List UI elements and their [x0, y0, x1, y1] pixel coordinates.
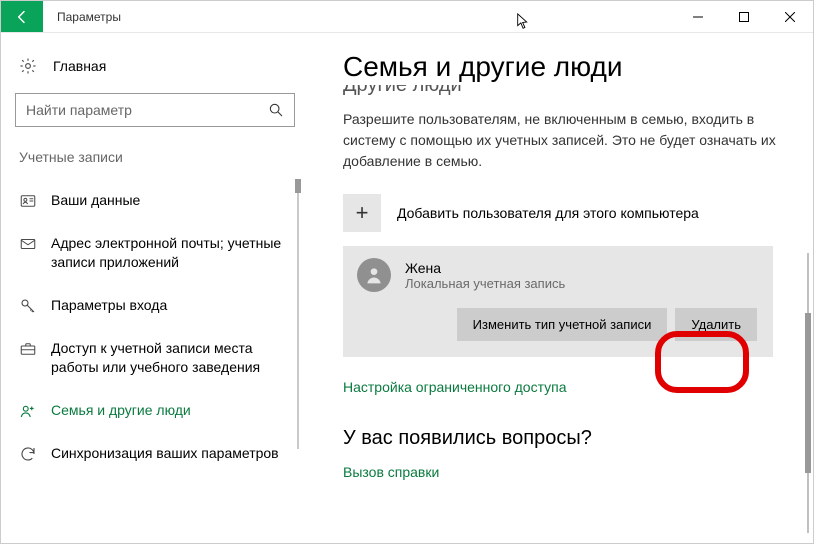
delete-button[interactable]: Удалить	[675, 308, 757, 341]
sidebar: Главная Найти параметр Учетные записи Ва…	[1, 33, 309, 543]
main-panel: Семья и другие люди Другие люди Разрешит…	[309, 33, 813, 543]
sidebar-item-sync[interactable]: Синхронизация ваших параметров	[15, 432, 295, 475]
search-placeholder: Найти параметр	[26, 102, 268, 118]
briefcase-icon	[19, 340, 37, 358]
maximize-button[interactable]	[721, 1, 767, 33]
key-icon	[19, 297, 37, 315]
nav-list: Ваши данные Адрес электронной почты; уче…	[15, 179, 295, 475]
titlebar-spacer	[121, 1, 675, 32]
page-title: Семья и другие люди	[343, 51, 795, 83]
minimize-button[interactable]	[675, 1, 721, 33]
search-icon	[268, 102, 284, 118]
people-plus-icon	[19, 402, 37, 420]
search-input[interactable]: Найти параметр	[15, 93, 295, 127]
assigned-access-link[interactable]: Настройка ограниченного доступа	[343, 379, 795, 395]
close-icon	[785, 12, 795, 22]
clipped-subheading: Другие люди	[343, 85, 795, 95]
change-account-type-button[interactable]: Изменить тип учетной записи	[457, 308, 668, 341]
back-button[interactable]	[1, 1, 43, 32]
sidebar-item-label: Параметры входа	[51, 296, 291, 315]
home-label: Главная	[53, 58, 106, 74]
sidebar-item-signin[interactable]: Параметры входа	[15, 284, 295, 327]
id-card-icon	[19, 192, 37, 210]
avatar	[357, 258, 391, 292]
window-controls	[675, 1, 813, 32]
sidebar-scrollbar-thumb[interactable]	[295, 179, 301, 193]
sidebar-item-family[interactable]: Семья и другие люди	[15, 389, 295, 432]
minimize-icon	[693, 12, 703, 22]
sync-icon	[19, 445, 37, 463]
plus-icon: +	[343, 194, 381, 232]
get-help-link[interactable]: Вызов справки	[343, 464, 439, 480]
maximize-icon	[739, 12, 749, 22]
close-button[interactable]	[767, 1, 813, 33]
sidebar-item-label: Доступ к учетной записи места работы или…	[51, 339, 291, 377]
sidebar-section-header: Учетные записи	[15, 149, 301, 179]
user-name: Жена	[405, 260, 565, 276]
titlebar: Параметры	[1, 1, 813, 33]
main-scrollbar-thumb[interactable]	[805, 313, 811, 473]
person-icon	[364, 265, 384, 285]
sidebar-item-email[interactable]: Адрес электронной почты; учетные записи …	[15, 222, 295, 284]
mail-icon	[19, 235, 37, 253]
sidebar-item-label: Ваши данные	[51, 191, 291, 210]
cursor-icon	[516, 13, 532, 31]
user-card[interactable]: Жена Локальная учетная запись Изменить т…	[343, 246, 773, 357]
user-type: Локальная учетная запись	[405, 276, 565, 291]
sidebar-item-label: Синхронизация ваших параметров	[51, 444, 291, 463]
questions-heading: У вас появились вопросы?	[343, 427, 795, 450]
home-link[interactable]: Главная	[15, 51, 301, 93]
sidebar-item-work[interactable]: Доступ к учетной записи места работы или…	[15, 327, 295, 389]
sidebar-item-label: Семья и другие люди	[51, 401, 291, 420]
description-text: Разрешите пользователям, не включенным в…	[343, 109, 783, 172]
sidebar-item-your-info[interactable]: Ваши данные	[15, 179, 295, 222]
add-user-row[interactable]: + Добавить пользователя для этого компью…	[343, 194, 795, 232]
window-title: Параметры	[43, 1, 121, 32]
arrow-left-icon	[14, 9, 30, 25]
add-user-label: Добавить пользователя для этого компьюте…	[397, 205, 699, 221]
sidebar-item-label: Адрес электронной почты; учетные записи …	[51, 234, 291, 272]
sidebar-scrollbar-track	[297, 179, 299, 449]
gear-icon	[19, 57, 37, 75]
